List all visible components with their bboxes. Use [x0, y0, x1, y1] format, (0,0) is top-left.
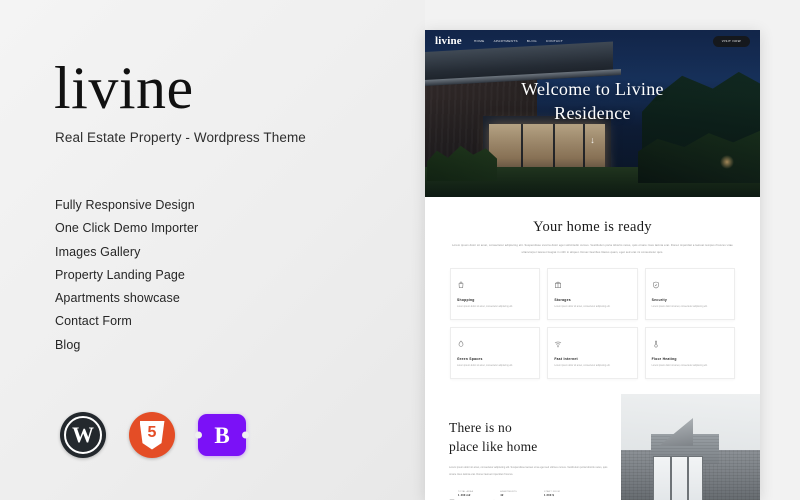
html5-badge: 5 — [129, 412, 175, 458]
thermometer-icon — [652, 335, 728, 353]
feature-card-title: Green Spaces — [457, 357, 483, 362]
bootstrap-icon: B — [198, 414, 246, 456]
bootstrap-icon-glyph: B — [214, 422, 230, 448]
box-icon — [554, 276, 630, 294]
feature-item: Contact Form — [55, 314, 132, 329]
feature-item: Images Gallery — [55, 244, 141, 259]
shield-check-icon — [652, 276, 728, 294]
stat-label: TOTAL AREA — [458, 490, 474, 493]
building-photo — [621, 393, 760, 500]
hero-text-block: Welcome to Livine Residence ↓ — [425, 78, 760, 145]
feature-item: Property Landing Page — [55, 267, 185, 282]
bootstrap-badge: B — [198, 414, 246, 456]
stat-value: 1 400 m2 — [458, 494, 471, 498]
home-section: There is no place like home Lorem ipsum … — [425, 393, 760, 500]
hero-title: Welcome to Livine Residence — [425, 78, 760, 126]
feature-card-storages[interactable]: Storages Lorem ipsum dolor sit amet, con… — [547, 268, 638, 321]
feature-card-title: Fast Internet — [554, 357, 578, 362]
hero-title-line1: Welcome to Livine — [521, 79, 664, 99]
shopping-bag-icon — [457, 276, 533, 294]
feature-item: Blog — [55, 337, 81, 352]
stat-label: START FROM — [543, 490, 560, 493]
hero-section: livine HOME APARTMENTS BLOG CONTACT VISI… — [425, 30, 760, 197]
scroll-down-icon[interactable]: ↓ — [425, 135, 760, 145]
nav-item-home[interactable]: HOME — [474, 39, 485, 43]
nav-menu: HOME APARTMENTS BLOG CONTACT — [474, 39, 563, 43]
feature-card-title: Security — [651, 298, 668, 303]
feature-card-desc: Lorem ipsum dolor sit amet, consectetur … — [554, 306, 611, 309]
website-preview-panel: livine HOME APARTMENTS BLOG CONTACT VISI… — [425, 30, 760, 500]
feature-list: Fully Responsive Design One Click Demo I… — [55, 198, 198, 361]
wifi-icon — [554, 335, 630, 353]
left-promo-panel: livine Real Estate Property - Wordpress … — [0, 0, 425, 500]
home-title-line1: There is no — [449, 419, 512, 435]
stat-label: APARTMENTS — [500, 490, 517, 493]
home-title-line2: place like home — [449, 438, 538, 454]
feature-card-desc: Lorem ipsum dolor sit amet, consectetur … — [651, 306, 708, 309]
photo-window — [653, 455, 703, 500]
nav-item-blog[interactable]: BLOG — [527, 39, 537, 43]
wordpress-icon: W — [64, 416, 102, 454]
stat-value: 1 200 $ — [543, 494, 555, 498]
feature-card-floor-heating[interactable]: Floor Heating Lorem ipsum dolor sit amet… — [644, 327, 735, 379]
technology-badge-row: W 5 B — [60, 412, 246, 458]
stat-value: 42 — [500, 494, 504, 498]
feature-card-desc: Lorem ipsum dolor sit amet, consectetur … — [457, 365, 513, 368]
leaf-icon — [457, 335, 533, 353]
feature-card-title: Storages — [554, 298, 571, 303]
feature-card-security[interactable]: Security Lorem ipsum dolor sit amet, con… — [644, 268, 735, 321]
nav-logo[interactable]: livine — [435, 35, 462, 47]
home-section-title: There is no place like home — [449, 419, 621, 456]
nav-item-apartments[interactable]: APARTMENTS — [494, 39, 518, 43]
feature-card-desc: Lorem ipsum dolor sit amet, consectetur … — [457, 306, 513, 309]
feature-card-desc: Lorem ipsum dolor sit amet, consectetur … — [554, 365, 611, 368]
feature-card-shopping[interactable]: Shopping Lorem ipsum dolor sit amet, con… — [450, 268, 541, 321]
feature-item: One Click Demo Importer — [55, 221, 199, 236]
nav-item-contact[interactable]: CONTACT — [546, 39, 563, 43]
home-section-paragraph: Lorem ipsum dolor sit amet, consectetur … — [449, 466, 608, 476]
feature-card-desc: Lorem ipsum dolor sit amet, consectetur … — [651, 365, 708, 368]
ready-section-title: Your home is ready — [533, 219, 652, 235]
feature-card-title: Shopping — [457, 298, 475, 303]
feature-item: Apartments showcase — [55, 291, 180, 306]
html5-icon-glyph: 5 — [147, 423, 157, 441]
feature-card-fast-internet[interactable]: Fast Internet Lorem ipsum dolor sit amet… — [547, 327, 638, 379]
brand-title: livine — [54, 55, 194, 121]
html5-icon: 5 — [139, 420, 165, 450]
feature-card-grid: Shopping Lorem ipsum dolor sit amet, con… — [425, 268, 760, 379]
ready-section-paragraph: Lorem ipsum dolor sit amet, consectetur … — [452, 244, 733, 254]
brand-subtitle: Real Estate Property - Wordpress Theme — [55, 130, 306, 145]
home-section-content: There is no place like home Lorem ipsum … — [425, 397, 621, 500]
site-navbar: livine HOME APARTMENTS BLOG CONTACT VISI… — [425, 30, 760, 52]
ready-section: Your home is ready Lorem ipsum dolor sit… — [425, 197, 760, 256]
wordpress-badge: W — [60, 412, 106, 458]
feature-card-green-spaces[interactable]: Green Spaces Lorem ipsum dolor sit amet,… — [450, 327, 541, 379]
feature-card-title: Floor Heating — [651, 357, 677, 362]
hero-title-line2: Residence — [554, 102, 631, 123]
feature-item: Fully Responsive Design — [55, 198, 195, 212]
nav-cta-button[interactable]: VISIT NOW — [712, 35, 750, 47]
